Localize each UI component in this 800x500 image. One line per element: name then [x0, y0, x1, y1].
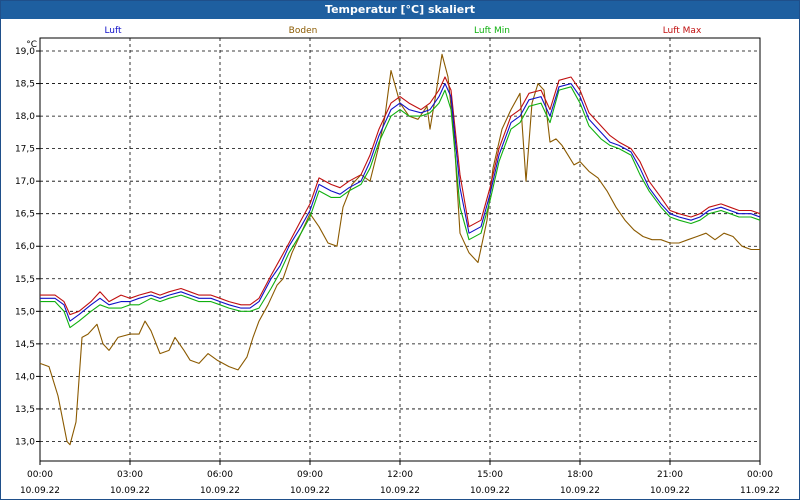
y-tick-label: 15,5 — [15, 275, 35, 285]
y-tick-label: 18,0 — [15, 112, 35, 122]
y-tick-label: 14,5 — [15, 340, 35, 350]
y-tick-label: 16,5 — [15, 210, 35, 220]
x-tick-label-time: 15:00 — [477, 470, 503, 480]
y-tick-label: 15,0 — [15, 307, 35, 317]
y-tick-label: 17,0 — [15, 177, 35, 187]
x-tick-label-time: 18:00 — [567, 470, 593, 480]
x-tick-label-date: 10.09.22 — [200, 486, 240, 496]
x-tick-label-date: 10.09.22 — [650, 486, 690, 496]
x-tick-label-time: 06:00 — [207, 470, 233, 480]
legend-luft-min: Luft Min — [474, 26, 510, 36]
x-tick-label-date: 10.09.22 — [20, 486, 60, 496]
y-tick-label: 17,5 — [15, 145, 35, 155]
x-tick-label-time: 00:00 — [747, 470, 773, 480]
x-tick-label-date: 10.09.22 — [380, 486, 420, 496]
x-tick-label-date: 11.09.22 — [740, 486, 780, 496]
x-tick-label-date: 10.09.22 — [290, 486, 330, 496]
legend-luft-max: Luft Max — [663, 26, 702, 36]
x-tick-label-time: 21:00 — [657, 470, 683, 480]
x-tick-label-date: 10.09.22 — [110, 486, 150, 496]
legend-luft: Luft — [104, 26, 122, 36]
y-tick-label: 16,0 — [15, 242, 35, 252]
y-tick-label: 18,5 — [15, 80, 35, 90]
x-tick-label-time: 12:00 — [387, 470, 413, 480]
y-tick-label: 14,0 — [15, 372, 35, 382]
y-tick-label: 13,0 — [15, 437, 35, 447]
x-tick-label-date: 10.09.22 — [560, 486, 600, 496]
x-tick-label-time: 00:00 — [27, 470, 53, 480]
y-tick-label: 13,5 — [15, 405, 35, 415]
temperature-chart: 13,0 13,5 14,0 14,5 15,0 15,5 16,0 16,5 17,0 17,5… — [15, 26, 780, 496]
x-tick-label-date: 10.09.22 — [470, 486, 510, 496]
legend-boden: Boden — [289, 26, 318, 36]
x-tick-label-time: 09:00 — [297, 470, 323, 480]
y-axis-unit: °C — [26, 40, 37, 50]
x-tick-label-time: 03:00 — [117, 470, 143, 480]
